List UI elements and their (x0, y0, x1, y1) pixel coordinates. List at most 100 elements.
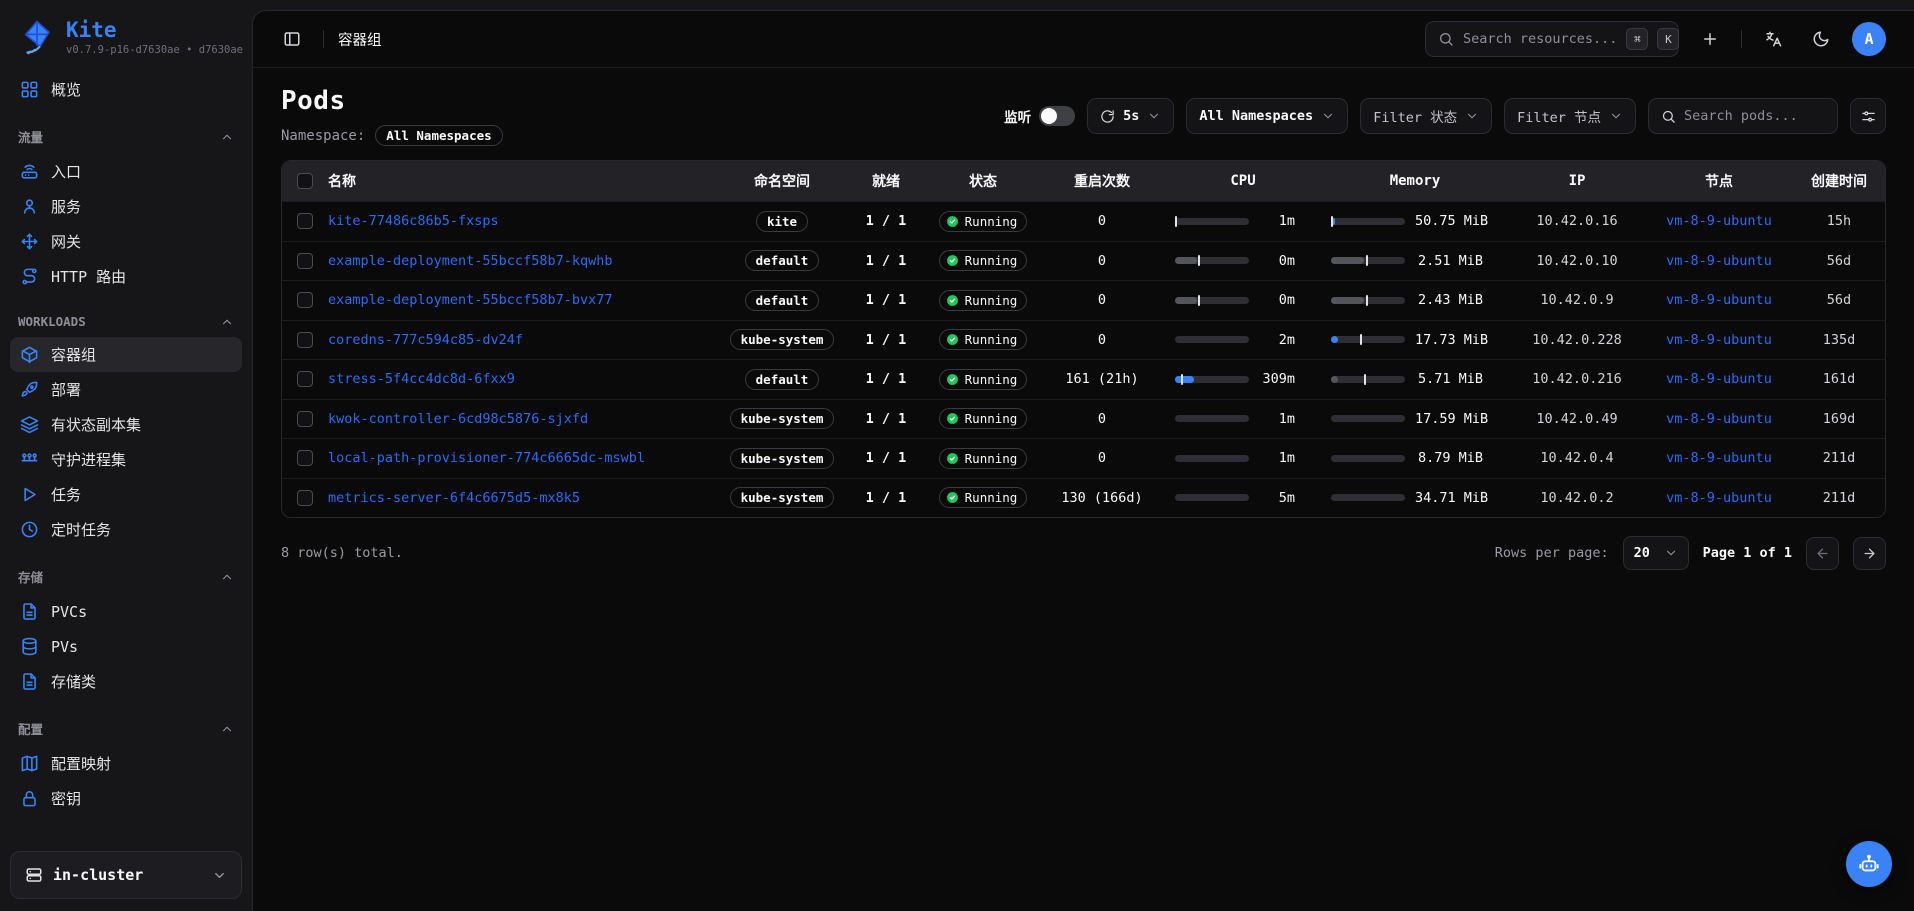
row-checkbox[interactable] (297, 253, 313, 269)
restarts-cell: 0 (1039, 253, 1165, 269)
namespace-badge: kube-system (730, 408, 835, 429)
chevron-up-icon[interactable] (220, 570, 234, 584)
sidebar-item-pvcs[interactable]: PVCs (10, 594, 242, 629)
sidebar-toggle-button[interactable] (275, 22, 309, 56)
pod-name-link[interactable]: metrics-server-6f4c6675d5-mx8k5 (328, 490, 580, 506)
namespace-badge: kube-system (730, 487, 835, 508)
node-link[interactable]: vm-8-9-ubuntu (1666, 450, 1772, 466)
watch-switch[interactable] (1039, 106, 1075, 126)
chevron-up-icon[interactable] (220, 130, 234, 144)
ready-value: 1 / 1 (866, 450, 907, 466)
row-checkbox[interactable] (297, 292, 313, 308)
usage-metric: 0m (1165, 253, 1321, 269)
kite-logo-icon (18, 18, 56, 56)
node-link[interactable]: vm-8-9-ubuntu (1666, 292, 1772, 308)
sidebar-item-overview[interactable]: 概览 (10, 72, 242, 107)
row-checkbox[interactable] (297, 490, 313, 506)
node-cell: vm-8-9-ubuntu (1645, 253, 1793, 269)
col-header-cpu: CPU (1165, 173, 1321, 189)
refresh-icon (1100, 109, 1115, 124)
avatar[interactable]: A (1852, 22, 1886, 56)
row-checkbox[interactable] (297, 213, 313, 229)
status-text: Running (965, 451, 1018, 466)
column-settings-button[interactable] (1850, 98, 1886, 134)
filter-node-select[interactable]: Filter 节点 (1504, 98, 1636, 134)
theme-toggle-button[interactable] (1804, 22, 1838, 56)
row-checkbox-cell (282, 371, 328, 387)
usage-bar (1331, 415, 1405, 422)
sidebar-item-pods[interactable]: 容器组 (10, 337, 242, 372)
cluster-selector[interactable]: in-cluster (10, 851, 242, 899)
pod-name-link[interactable]: kite-77486c86b5-fxsps (328, 213, 499, 229)
filter-status-select[interactable]: Filter 状态 (1360, 98, 1492, 134)
sidebar-item-label: 配置映射 (51, 753, 111, 774)
app-logo[interactable]: Kite v0.7.9-p16-d7630ae • d7630ae (10, 14, 242, 66)
sidebar-item-storage-classes[interactable]: 存储类 (10, 664, 242, 699)
pod-name-link[interactable]: stress-5f4cc4dc8d-6fxx9 (328, 371, 515, 387)
pod-name-link[interactable]: local-path-provisioner-774c6665dc-mswbl (328, 450, 645, 466)
sidebar-section-label: WORKLOADS (10, 314, 242, 329)
row-checkbox-cell (282, 213, 328, 229)
node-link[interactable]: vm-8-9-ubuntu (1666, 213, 1772, 229)
usage-bar (1331, 494, 1405, 501)
usage-value: 309m (1259, 371, 1295, 387)
sidebar: Kite v0.7.9-p16-d7630ae • d7630ae 概览流量入口… (0, 0, 252, 911)
global-search-input[interactable]: Search resources... ⌘ K (1425, 21, 1679, 57)
usage-bar-fill (1175, 376, 1194, 383)
status-text: Running (965, 372, 1018, 387)
status-cell: Running (927, 369, 1039, 390)
node-link[interactable]: vm-8-9-ubuntu (1666, 490, 1772, 506)
language-button[interactable] (1756, 22, 1790, 56)
app-version: v0.7.9-p16-d7630ae • d7630ae (66, 44, 243, 56)
search-icon (1661, 109, 1676, 124)
sidebar-item-secrets[interactable]: 密钥 (10, 781, 242, 816)
pod-name-link[interactable]: example-deployment-55bccf58b7-kqwhb (328, 253, 612, 269)
node-link[interactable]: vm-8-9-ubuntu (1666, 371, 1772, 387)
pod-name-cell: coredns-777c594c85-dv24f (328, 332, 719, 348)
prev-page-button[interactable] (1806, 537, 1839, 570)
refresh-interval-select[interactable]: 5s (1087, 98, 1174, 134)
row-checkbox[interactable] (297, 411, 313, 427)
namespace-select[interactable]: All Namespaces (1186, 98, 1348, 134)
memory-cell: 50.75 MiB (1321, 213, 1509, 229)
sidebar-item-cronjobs[interactable]: 定时任务 (10, 512, 242, 547)
ip-cell: 10.42.0.216 (1509, 371, 1645, 387)
sidebar-item-deployments[interactable]: 部署 (10, 372, 242, 407)
ready-value: 1 / 1 (866, 490, 907, 506)
grid-icon (20, 80, 39, 99)
usage-metric: 2.51 MiB (1321, 253, 1509, 269)
sidebar-item-jobs[interactable]: 任务 (10, 477, 242, 512)
usage-metric: 0m (1165, 292, 1321, 308)
sidebar-item-ingresses[interactable]: 入口 (10, 154, 242, 189)
row-checkbox[interactable] (297, 371, 313, 387)
row-checkbox[interactable] (297, 450, 313, 466)
add-resource-button[interactable] (1693, 22, 1727, 56)
watch-label: 监听 (1004, 106, 1031, 126)
node-link[interactable]: vm-8-9-ubuntu (1666, 332, 1772, 348)
sidebar-item-gateways[interactable]: 网关 (10, 224, 242, 259)
pod-name-link[interactable]: coredns-777c594c85-dv24f (328, 332, 523, 348)
robot-icon (1858, 853, 1880, 875)
sidebar-item-configmaps[interactable]: 配置映射 (10, 746, 242, 781)
toolbar: 监听 5s All N (1004, 98, 1886, 134)
sidebar-item-http-routes[interactable]: HTTP 路由 (10, 259, 242, 294)
select-all-checkbox[interactable] (297, 173, 313, 189)
chevron-up-icon[interactable] (220, 315, 234, 329)
pod-name-link[interactable]: example-deployment-55bccf58b7-bvx77 (328, 292, 612, 308)
usage-bar (1331, 376, 1405, 383)
row-checkbox[interactable] (297, 332, 313, 348)
sidebar-item-pvs[interactable]: PVs (10, 629, 242, 664)
chevron-up-icon[interactable] (220, 722, 234, 736)
ai-assistant-button[interactable] (1846, 841, 1892, 887)
sidebar-item-services[interactable]: 服务 (10, 189, 242, 224)
node-link[interactable]: vm-8-9-ubuntu (1666, 411, 1772, 427)
node-link[interactable]: vm-8-9-ubuntu (1666, 253, 1772, 269)
sidebar-item-daemonsets[interactable]: 守护进程集 (10, 442, 242, 477)
row-checkbox-cell (282, 490, 328, 506)
pod-name-link[interactable]: kwok-controller-6cd98c5876-sjxfd (328, 411, 588, 427)
rows-per-page-select[interactable]: 20 (1623, 536, 1689, 570)
sidebar-item-statefulsets[interactable]: 有状态副本集 (10, 407, 242, 442)
file-icon (20, 672, 39, 691)
next-page-button[interactable] (1853, 537, 1886, 570)
pods-search-input[interactable]: Search pods... (1648, 98, 1838, 134)
